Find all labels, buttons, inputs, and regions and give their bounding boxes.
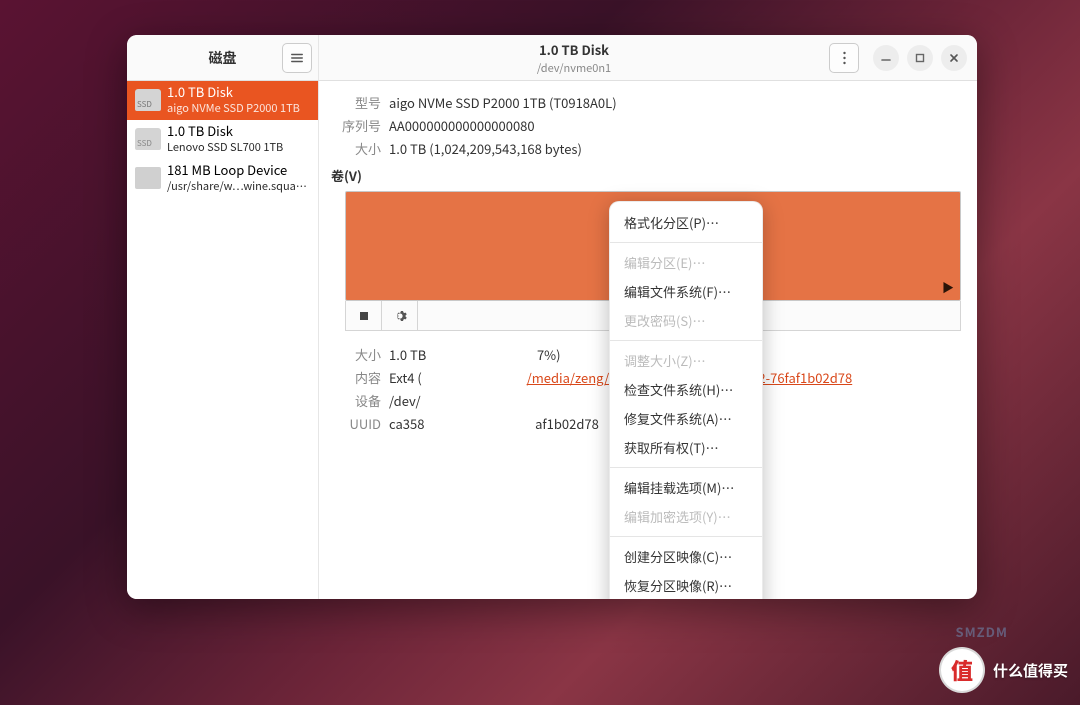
menu-separator	[610, 340, 762, 341]
menu-separator	[610, 467, 762, 468]
hamburger-icon	[290, 51, 304, 65]
play-icon[interactable]: ▶	[942, 279, 954, 296]
device-item-loop[interactable]: 181 MB Loop Device /usr/share/w…wine.squ…	[127, 159, 318, 198]
stop-icon	[357, 309, 371, 323]
close-icon	[949, 53, 959, 63]
window-title: 1.0 TB Disk	[539, 40, 609, 59]
gear-icon	[393, 309, 407, 323]
menu-edit-encryption: 编辑加密选项(Y)…	[610, 502, 762, 531]
main-panel: 型号 aigo NVMe SSD P2000 1TB (T0918A0L) 序列…	[319, 81, 977, 599]
menu-edit-mount-options[interactable]: 编辑挂载选项(M)…	[610, 473, 762, 502]
menu-format-partition[interactable]: 格式化分区(P)…	[610, 208, 762, 237]
device-name: 181 MB Loop Device	[167, 163, 310, 178]
app-title: 磁盘	[209, 48, 237, 68]
menu-repair-filesystem[interactable]: 修复文件系统(A)…	[610, 404, 762, 433]
volume-context-menu: 格式化分区(P)… 编辑分区(E)… 编辑文件系统(F)… 更改密码(S)… 调…	[609, 201, 763, 599]
menu-edit-filesystem[interactable]: 编辑文件系统(F)…	[610, 277, 762, 306]
badge-text: 什么值得买	[993, 660, 1068, 681]
drive-properties: 型号 aigo NVMe SSD P2000 1TB (T0918A0L) 序列…	[331, 93, 961, 158]
minimize-button[interactable]	[873, 45, 899, 71]
vol-uuid-label: UUID	[331, 414, 381, 433]
loop-device-icon	[135, 167, 161, 189]
model-value: aigo NVMe SSD P2000 1TB (T0918A0L)	[389, 93, 961, 112]
badge-icon: 值	[939, 647, 985, 693]
serial-value: AA000000000000000080	[389, 116, 961, 135]
titlebar-right	[829, 35, 977, 80]
menu-edit-partition: 编辑分区(E)…	[610, 248, 762, 277]
hamburger-button[interactable]	[282, 43, 312, 73]
close-button[interactable]	[941, 45, 967, 71]
titlebar-center: 1.0 TB Disk /dev/nvme0n1	[319, 35, 829, 80]
size-value: 1.0 TB (1,024,209,543,168 bytes)	[389, 139, 961, 158]
menu-change-password: 更改密码(S)…	[610, 306, 762, 335]
model-label: 型号	[331, 93, 381, 112]
vol-size-label: 大小	[331, 345, 381, 364]
window-subtitle: /dev/nvme0n1	[537, 60, 611, 76]
menu-check-filesystem[interactable]: 检查文件系统(H)…	[610, 375, 762, 404]
unmount-button[interactable]	[346, 301, 382, 330]
volumes-header: 卷(V)	[331, 166, 961, 185]
menu-resize: 调整大小(Z)…	[610, 346, 762, 375]
window-body: SSD 1.0 TB Disk aigo NVMe SSD P2000 1TB …	[127, 81, 977, 599]
device-sub: /usr/share/w…wine.squashfs	[167, 178, 310, 194]
titlebar: 磁盘 1.0 TB Disk /dev/nvme0n1	[127, 35, 977, 81]
menu-separator	[610, 536, 762, 537]
device-sub: Lenovo SSD SL700 1TB	[167, 139, 310, 155]
device-sidebar: SSD 1.0 TB Disk aigo NVMe SSD P2000 1TB …	[127, 81, 319, 599]
device-item-lenovo[interactable]: SSD 1.0 TB Disk Lenovo SSD SL700 1TB	[127, 120, 318, 159]
menu-separator	[610, 242, 762, 243]
minimize-icon	[881, 53, 891, 63]
menu-take-ownership[interactable]: 获取所有权(T)…	[610, 433, 762, 462]
vol-device-label: 设备	[331, 391, 381, 410]
ssd-icon: SSD	[135, 89, 161, 111]
disks-window: 磁盘 1.0 TB Disk /dev/nvme0n1	[127, 35, 977, 599]
device-name: 1.0 TB Disk	[167, 85, 310, 100]
drive-menu-button[interactable]	[829, 43, 859, 73]
device-item-aigo[interactable]: SSD 1.0 TB Disk aigo NVMe SSD P2000 1TB	[127, 81, 318, 120]
volume-settings-button[interactable]	[382, 301, 418, 330]
size-label: 大小	[331, 139, 381, 158]
maximize-icon	[915, 53, 925, 63]
device-name: 1.0 TB Disk	[167, 124, 310, 139]
serial-label: 序列号	[331, 116, 381, 135]
maximize-button[interactable]	[907, 45, 933, 71]
menu-restore-image[interactable]: 恢复分区映像(R)…	[610, 571, 762, 599]
kebab-icon	[843, 51, 846, 65]
titlebar-left: 磁盘	[127, 35, 319, 80]
watermark-text: SMZDM	[955, 622, 1008, 641]
device-sub: aigo NVMe SSD P2000 1TB	[167, 100, 310, 116]
menu-create-image[interactable]: 创建分区映像(C)…	[610, 542, 762, 571]
corner-badge: 值 什么值得买	[939, 647, 1068, 693]
ssd-icon: SSD	[135, 128, 161, 150]
vol-content-label: 内容	[331, 368, 381, 387]
